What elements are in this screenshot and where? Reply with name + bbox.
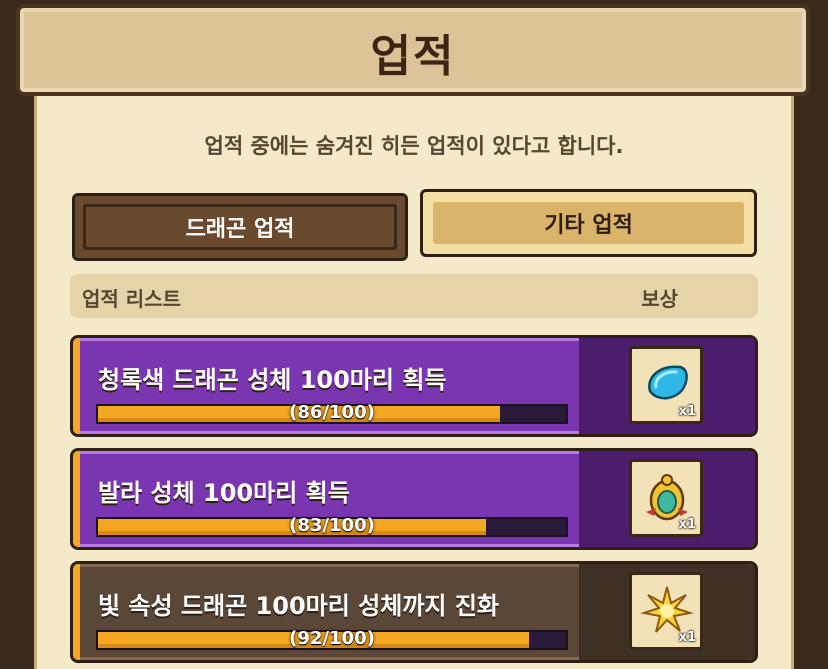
progress-text: (86/100): [289, 402, 375, 423]
hint-text: 업적 중에는 숨겨진 히든 업적이 있다고 합니다.: [204, 134, 624, 158]
list-header: 업적 리스트 보상: [70, 274, 758, 318]
tab-other-achievements[interactable]: 기타 업적: [420, 189, 757, 257]
title-frame: 업적: [16, 4, 810, 96]
golden-egg-icon: [646, 474, 688, 521]
progress-bar: (86/100): [96, 402, 568, 424]
achievement-item[interactable]: 발라 성체 100마리 획득 (83/100) x1: [70, 448, 758, 550]
blue-gem-icon: [648, 365, 688, 400]
tab-dragon-achievements[interactable]: 드래곤 업적: [72, 193, 408, 261]
achievement-title: 빛 속성 드래곤 100마리 성체까지 진화: [98, 592, 499, 620]
tab-label: 기타 업적: [544, 213, 633, 238]
list-header-reward: 보상: [641, 287, 678, 311]
reward-quantity: x1: [678, 630, 696, 645]
reward-slot[interactable]: x1: [629, 572, 703, 650]
tab-label: 드래곤 업적: [185, 217, 295, 242]
achievement-item[interactable]: 청록색 드래곤 성체 100마리 획득 (86/100) x1: [70, 335, 758, 437]
reward-quantity: x1: [678, 517, 696, 532]
light-burst-icon: [640, 586, 694, 633]
achievement-item[interactable]: 빛 속성 드래곤 100마리 성체까지 진화 (92/100) x1: [70, 561, 758, 663]
reward-slot[interactable]: x1: [629, 459, 703, 537]
achievement-title: 청록색 드래곤 성체 100마리 획득: [98, 366, 447, 394]
achievement-title: 발라 성체 100마리 획득: [98, 479, 350, 507]
page-title: 업적: [370, 31, 456, 82]
progress-bar: (83/100): [96, 515, 568, 537]
progress-text: (92/100): [289, 628, 375, 649]
list-header-title: 업적 리스트: [82, 287, 181, 311]
reward-quantity: x1: [678, 404, 696, 419]
reward-slot[interactable]: x1: [629, 346, 703, 424]
progress-text: (83/100): [289, 515, 375, 536]
progress-bar: (92/100): [96, 628, 568, 650]
